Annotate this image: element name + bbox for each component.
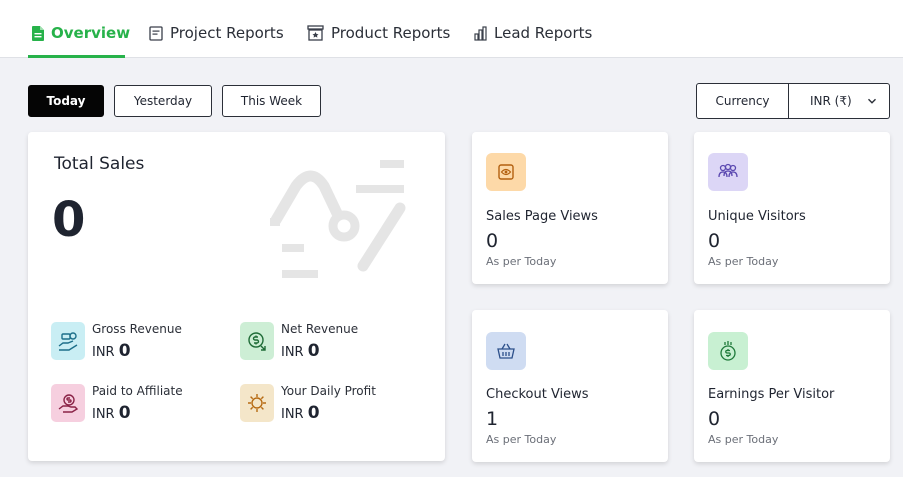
tab-label: Project Reports <box>170 24 284 42</box>
money-bag-icon <box>708 332 748 370</box>
currency-code: INR <box>92 345 115 360</box>
currency-code: INR <box>281 407 304 422</box>
stat-value: 0 <box>486 230 499 252</box>
currency-code: INR <box>92 407 115 422</box>
bar-chart-icon <box>474 25 487 41</box>
stat-subtitle: As per Today <box>486 255 557 268</box>
hand-dollar-icon <box>51 384 85 422</box>
chevron-down-icon <box>868 98 876 104</box>
earnings-per-visitor-card: Earnings Per Visitor 0 As per Today <box>694 310 890 462</box>
gross-revenue-label: Gross Revenue <box>92 322 182 336</box>
paid-to-affiliate-label: Paid to Affiliate <box>92 384 183 398</box>
document-icon <box>32 25 44 41</box>
basket-icon <box>486 332 526 370</box>
tab-overview[interactable]: Overview <box>32 22 130 44</box>
daily-profit-item: Your Daily Profit INR 0 <box>240 384 376 423</box>
unique-visitors-card: Unique Visitors 0 As per Today <box>694 132 890 284</box>
sales-graphic-icon <box>270 160 406 278</box>
net-revenue-value: INR 0 <box>281 341 358 361</box>
gross-revenue-value: INR 0 <box>92 341 182 361</box>
daily-profit-value: INR 0 <box>281 403 376 423</box>
report-tabs: Overview Project Reports Product Reports… <box>0 0 903 58</box>
amount: 0 <box>307 341 320 361</box>
net-revenue-label: Net Revenue <box>281 322 359 336</box>
tab-project-reports[interactable]: Project Reports <box>149 22 284 44</box>
eye-icon <box>486 153 526 191</box>
sales-page-views-card: Sales Page Views 0 As per Today <box>472 132 668 284</box>
tab-lead-reports[interactable]: Lead Reports <box>474 22 592 44</box>
dollar-refresh-icon <box>240 322 274 360</box>
stat-value: 1 <box>486 408 499 430</box>
net-revenue-item: Net Revenue INR 0 <box>240 322 358 361</box>
stat-label: Earnings Per Visitor <box>708 387 835 402</box>
amount: 0 <box>307 403 320 423</box>
total-sales-value: 0 <box>52 192 86 248</box>
store-icon <box>307 25 324 41</box>
paid-to-affiliate-item: Paid to Affiliate INR 0 <box>51 384 183 423</box>
paid-to-affiliate-value: INR 0 <box>92 403 183 423</box>
stat-value: 0 <box>708 408 721 430</box>
amount: 0 <box>118 403 131 423</box>
daily-profit-label: Your Daily Profit <box>281 384 376 398</box>
amount: 0 <box>118 341 131 361</box>
active-tab-indicator <box>28 55 125 58</box>
gross-revenue-item: Gross Revenue INR 0 <box>51 322 182 361</box>
currency-code: INR <box>281 345 304 360</box>
hand-money-icon <box>51 322 85 360</box>
stat-subtitle: As per Today <box>708 255 779 268</box>
this-week-button[interactable]: This Week <box>222 85 321 117</box>
currency-selected-value: INR (₹) <box>810 94 852 108</box>
total-sales-title: Total Sales <box>54 154 145 174</box>
report-icon <box>149 25 163 41</box>
tab-label: Lead Reports <box>494 24 593 42</box>
stat-label: Checkout Views <box>486 387 589 402</box>
sun-icon <box>240 384 274 422</box>
stat-label: Sales Page Views <box>486 209 598 224</box>
stat-label: Unique Visitors <box>708 209 806 224</box>
users-icon <box>708 153 748 191</box>
today-button[interactable]: Today <box>28 85 104 117</box>
checkout-views-card: Checkout Views 1 As per Today <box>472 310 668 462</box>
currency-label: Currency <box>696 83 789 119</box>
yesterday-button[interactable]: Yesterday <box>114 85 212 117</box>
total-sales-card: Total Sales 0 Gross Revenue INR 0 Net Re… <box>28 132 445 461</box>
tab-label: Product Reports <box>331 24 451 42</box>
currency-select[interactable]: INR (₹) <box>789 83 890 119</box>
stat-value: 0 <box>708 230 721 252</box>
stat-subtitle: As per Today <box>708 433 779 446</box>
stat-subtitle: As per Today <box>486 433 557 446</box>
tab-label: Overview <box>51 24 131 42</box>
tab-product-reports[interactable]: Product Reports <box>307 22 450 44</box>
